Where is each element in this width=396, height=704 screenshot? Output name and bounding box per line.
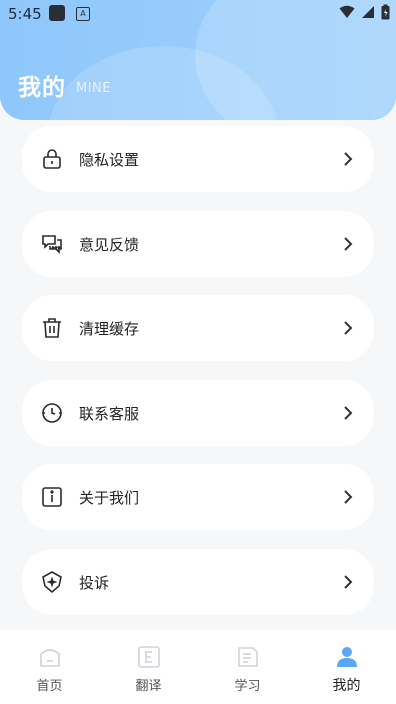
menu-item-privacy[interactable]: 隐私设置 [22,126,374,192]
clock-icon [42,402,62,423]
menu-item-label: 意见反馈 [79,235,140,254]
status-time: 5:45 [8,5,42,23]
settings-menu: 隐私设置 意见反馈 清理缓存 联系客服 关于我们 投诉 [22,126,374,633]
chevron-right-icon [344,574,353,589]
tab-label: 学习 [234,679,261,694]
translate-icon [137,646,160,668]
menu-item-feedback[interactable]: 意见反馈 [22,210,374,277]
battery-icon [381,4,390,20]
page-title: 我的 [18,75,66,101]
info-icon [42,487,62,507]
menu-item-customer-service[interactable]: 联系客服 [22,379,374,446]
chevron-right-icon [344,490,353,504]
user-icon [336,647,357,667]
menu-item-label: 隐私设置 [79,151,140,169]
tab-study[interactable]: 学习 [198,630,297,704]
menu-item-complaint[interactable]: 投诉 [22,548,374,615]
bottom-tab-bar: 首页 翻译 学习 我的 [0,630,396,704]
tab-translate[interactable]: 翻译 [99,630,198,704]
signal-icon [362,6,374,18]
chevron-right-icon [344,321,353,335]
menu-item-label: 清理缓存 [79,320,140,338]
a-icon: A [76,7,90,21]
chat-bubbles-icon [42,234,62,254]
home-icon [39,649,60,667]
lock-icon [43,149,61,169]
tab-mine[interactable]: 我的 [297,630,396,704]
tab-label: 我的 [332,678,361,694]
wifi-icon [339,5,355,18]
menu-item-label: 投诉 [79,573,110,592]
status-right-icons [339,4,390,20]
menu-item-about-us[interactable]: 关于我们 [22,464,374,530]
menu-item-clear-cache[interactable]: 清理缓存 [22,295,374,361]
trash-icon [43,318,61,338]
menu-item-label: 联系客服 [79,404,140,423]
tab-home[interactable]: 首页 [0,630,99,704]
chevron-right-icon [344,405,353,420]
tab-label: 首页 [36,679,63,694]
document-icon [237,647,258,667]
status-bar: 5:45 A [0,0,396,28]
chevron-right-icon [344,236,353,251]
page-subtitle: MINE [76,81,111,96]
shield-plus-icon [42,570,62,593]
menu-item-label: 关于我们 [79,489,140,507]
chevron-right-icon [344,152,353,166]
tab-label: 翻译 [135,679,162,694]
app-square-icon [49,5,65,21]
